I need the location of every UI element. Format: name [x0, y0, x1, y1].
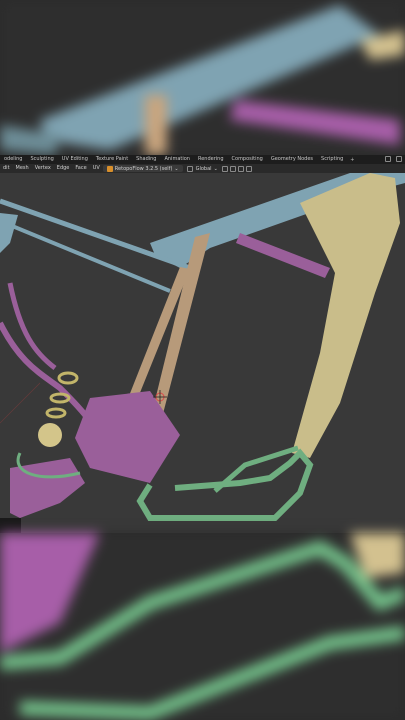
add-workspace-button[interactable]: + — [347, 157, 357, 163]
chevron-down-icon: ⌄ — [213, 165, 218, 172]
menu-edge[interactable]: Edge — [54, 164, 73, 173]
tab-modeling[interactable]: odeling — [0, 155, 26, 164]
menu-face[interactable]: Face — [72, 164, 89, 173]
blender-window: odeling Sculpting UV Editing Texture Pai… — [0, 155, 405, 533]
retopoflow-label: RetopoFlow 3.2.5 (self) — [114, 165, 173, 172]
orientation-icon — [186, 165, 193, 172]
blurred-top-art — [0, 0, 405, 155]
proportional-edit-icon[interactable] — [245, 165, 252, 172]
menu-vertex[interactable]: Vertex — [32, 164, 54, 173]
blurred-bottom-art — [0, 533, 405, 720]
blurred-top-backdrop — [0, 0, 405, 155]
transform-orientation-label: Global — [195, 165, 212, 172]
tab-texture-paint[interactable]: Texture Paint — [92, 155, 132, 164]
chevron-down-icon: ⌄ — [174, 165, 179, 172]
tab-geometry-nodes[interactable]: Geometry Nodes — [267, 155, 317, 164]
menu-mesh[interactable]: Mesh — [13, 164, 32, 173]
transform-orientation-select[interactable]: Global ⌄ — [183, 165, 221, 172]
snap-icon[interactable] — [229, 165, 236, 172]
3d-viewport[interactable] — [0, 173, 405, 533]
view-layer-icon[interactable] — [396, 156, 402, 162]
blurred-bottom-backdrop — [0, 533, 405, 720]
workspace-tab-bar: odeling Sculpting UV Editing Texture Pai… — [0, 155, 405, 164]
menu-uv[interactable]: UV — [90, 164, 103, 173]
menu-edit[interactable]: dit — [0, 164, 13, 173]
workspace-right-icons — [384, 156, 403, 162]
tab-animation[interactable]: Animation — [160, 155, 194, 164]
snap-target-icon[interactable] — [237, 165, 244, 172]
tab-compositing[interactable]: Compositing — [228, 155, 267, 164]
viewport-header: dit Mesh Vertex Edge Face UV RetopoFlow … — [0, 164, 405, 180]
retopoflow-button[interactable]: RetopoFlow 3.2.5 (self) ⌄ — [102, 165, 183, 172]
scene-icon[interactable] — [385, 156, 391, 162]
pivot-icon[interactable] — [221, 165, 228, 172]
viewport-scene — [0, 173, 405, 533]
tab-uv-editing[interactable]: UV Editing — [58, 155, 92, 164]
tab-scripting[interactable]: Scripting — [317, 155, 347, 164]
side-panel-toggle[interactable] — [0, 518, 21, 533]
tab-sculpting[interactable]: Sculpting — [26, 155, 57, 164]
retopoflow-icon — [106, 165, 113, 172]
tab-rendering[interactable]: Rendering — [194, 155, 228, 164]
tab-shading[interactable]: Shading — [132, 155, 160, 164]
